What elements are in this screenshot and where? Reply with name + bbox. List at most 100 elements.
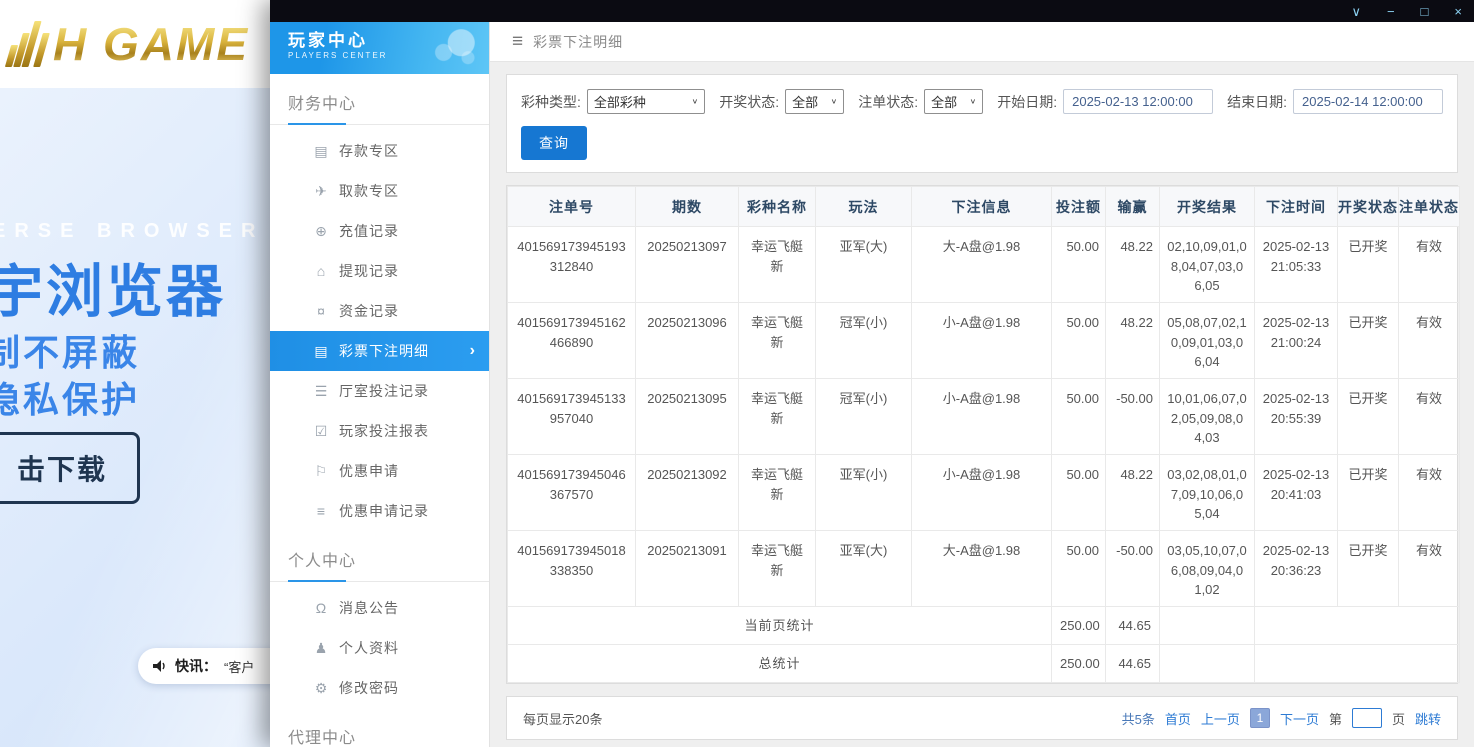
- sidebar-item[interactable]: ¤资金记录: [270, 291, 489, 331]
- hero-subline-2: 隐私保护: [0, 371, 140, 423]
- withdraw-icon: ✈: [310, 183, 332, 200]
- sidebar-item-label: 优惠申请: [339, 461, 399, 481]
- sidebar-item[interactable]: ⚐ 优惠申请: [270, 451, 489, 491]
- hero-headline: 宇浏览器: [0, 246, 226, 328]
- column-header: 开奖结果: [1160, 187, 1255, 227]
- recharge-record-icon: ⊕: [310, 223, 332, 240]
- bet-status-label: 注单状态:: [858, 92, 918, 112]
- sidebar-item[interactable]: ⚙ 修改密码: [270, 668, 489, 708]
- table-cell: 20250213097: [636, 227, 739, 303]
- funds-record-icon: ¤: [310, 303, 332, 319]
- table-cell: 401569173945193312840: [508, 227, 636, 303]
- hamburger-menu-icon[interactable]: ≡: [512, 32, 523, 51]
- table-cell: 有效: [1399, 379, 1460, 455]
- window-minimize-icon[interactable]: −: [1387, 5, 1395, 18]
- sidebar-item[interactable]: ▤存款专区: [270, 131, 489, 171]
- site-logo[interactable]: H GAME: [8, 21, 249, 67]
- table-cell: 亚军(大): [816, 227, 912, 303]
- profile-user-icon: ♟: [310, 640, 332, 657]
- summary-row: 当前页统计250.0044.65: [508, 607, 1460, 645]
- hero-english-text: ERSE BROWSER: [0, 220, 264, 243]
- bet-status-select[interactable]: 全部 ∨: [924, 89, 983, 114]
- jump-button[interactable]: 跳转: [1415, 709, 1441, 728]
- pagination-bar: 每页显示20条 共5条 首页 上一页 1 下一页 第 页 跳转: [506, 696, 1458, 740]
- sidebar-item[interactable]: ⊕充值记录: [270, 211, 489, 251]
- column-header: 下注信息: [912, 187, 1052, 227]
- table-row: 40156917394516246689020250213096幸运飞艇新冠军(…: [508, 303, 1460, 379]
- first-page-link[interactable]: 首页: [1165, 709, 1191, 728]
- sidebar-item[interactable]: ▤彩票下注明细›: [270, 331, 489, 371]
- page-jump-input[interactable]: [1352, 708, 1382, 728]
- sidebar-menu: 财务中心▤存款专区✈取款专区⊕充值记录⌂提现记录¤资金记录▤彩票下注明细›☰厅室…: [270, 84, 489, 747]
- change-password-gear-icon: ⚙: [310, 680, 332, 697]
- download-button[interactable]: 击下载: [0, 432, 140, 504]
- window-close-icon[interactable]: ×: [1454, 5, 1462, 18]
- prev-page-link[interactable]: 上一页: [1201, 709, 1240, 728]
- player-bet-report-icon: ☑: [310, 423, 332, 440]
- table-cell: 48.22: [1106, 227, 1160, 303]
- table-cell: 小-A盘@1.98: [912, 455, 1052, 531]
- table-header-row: 注单号期数彩种名称玩法下注信息投注额输赢开奖结果下注时间开奖状态注单状态: [508, 187, 1460, 227]
- sidebar-item[interactable]: ✈取款专区: [270, 171, 489, 211]
- table-cell: -50.00: [1106, 379, 1160, 455]
- sidebar-item[interactable]: Ω 消息公告: [270, 588, 489, 628]
- sidebar-item-label: 消息公告: [339, 598, 399, 618]
- table-cell: 幸运飞艇新: [739, 303, 816, 379]
- summary-winloss-total: 44.65: [1106, 607, 1160, 645]
- sidebar-item[interactable]: ♟个人资料: [270, 628, 489, 668]
- sidebar-item[interactable]: ⌂提现记录: [270, 251, 489, 291]
- cashout-record-icon: ⌂: [310, 263, 332, 279]
- table-cell: 幸运飞艇新: [739, 227, 816, 303]
- window-maximize-icon[interactable]: □: [1421, 5, 1429, 18]
- table-cell: 10,01,06,07,02,05,09,08,04,03: [1160, 379, 1255, 455]
- end-date-input[interactable]: [1293, 89, 1443, 114]
- column-header: 注单号: [508, 187, 636, 227]
- table-cell: 亚军(大): [816, 531, 912, 607]
- sidebar-item[interactable]: ≡优惠申请记录: [270, 491, 489, 531]
- sidebar-item-label: 玩家投注报表: [339, 421, 429, 441]
- page-size-text: 每页显示20条: [523, 709, 602, 728]
- start-date-input[interactable]: [1063, 89, 1213, 114]
- draw-status-select[interactable]: 全部 ∨: [785, 89, 844, 114]
- section-label: 代理中心: [270, 718, 489, 747]
- table-cell: 50.00: [1052, 531, 1106, 607]
- sidebar-item[interactable]: ☑ 玩家投注报表: [270, 411, 489, 451]
- section-label: 个人中心: [270, 541, 489, 582]
- chevron-down-icon: ∨: [692, 97, 699, 106]
- window-chevron-down-icon[interactable]: ∨: [1351, 5, 1361, 18]
- sidebar-item[interactable]: ☰厅室投注记录: [270, 371, 489, 411]
- sidebar-item-label: 修改密码: [339, 678, 399, 698]
- table-row: 40156917394501833835020250213091幸运飞艇新亚军(…: [508, 531, 1460, 607]
- promo-apply-icon: ⚐: [310, 463, 332, 480]
- table-cell: 有效: [1399, 531, 1460, 607]
- table-cell: 冠军(小): [816, 303, 912, 379]
- table-cell: 有效: [1399, 227, 1460, 303]
- table-panel: 注单号期数彩种名称玩法下注信息投注额输赢开奖结果下注时间开奖状态注单状态4015…: [506, 185, 1458, 684]
- bet-status-value: 全部: [931, 92, 957, 111]
- players-center-window: ∨ − □ × 玩家中心 PLAYERS CENTER 财务中心▤存款专区✈取款…: [270, 0, 1474, 747]
- announcement-bell-icon: Ω: [310, 600, 332, 616]
- next-page-link[interactable]: 下一页: [1280, 709, 1319, 728]
- bets-table: 注单号期数彩种名称玩法下注信息投注额输赢开奖结果下注时间开奖状态注单状态4015…: [507, 186, 1460, 683]
- column-header: 下注时间: [1255, 187, 1338, 227]
- column-header: 注单状态: [1399, 187, 1460, 227]
- chevron-right-icon: ›: [470, 342, 475, 360]
- table-cell: 大-A盘@1.98: [912, 531, 1052, 607]
- current-page-badge[interactable]: 1: [1250, 708, 1270, 728]
- table-cell: 2025-02-13 20:55:39: [1255, 379, 1338, 455]
- content: 彩种类型: 全部彩种 ∨ 开奖状态: 全部 ∨ 注单状态: 全部: [490, 62, 1474, 747]
- pager-controls: 共5条 首页 上一页 1 下一页 第 页 跳转: [1122, 708, 1441, 728]
- end-date-label: 结束日期:: [1227, 92, 1287, 112]
- table-cell: 401569173945046367570: [508, 455, 636, 531]
- speaker-icon: [152, 658, 168, 674]
- lottery-type-select[interactable]: 全部彩种 ∨: [587, 89, 705, 114]
- draw-status-label: 开奖状态:: [719, 92, 779, 112]
- table-cell: 05,08,07,02,10,09,01,03,06,04: [1160, 303, 1255, 379]
- table-row: 40156917394513395704020250213095幸运飞艇新冠军(…: [508, 379, 1460, 455]
- lottery-type-label: 彩种类型:: [521, 92, 581, 112]
- deposit-icon: ▤: [310, 143, 332, 160]
- table-cell: 48.22: [1106, 455, 1160, 531]
- window-titlebar: ∨ − □ ×: [270, 0, 1474, 22]
- query-button[interactable]: 查询: [521, 126, 587, 160]
- table-cell: 小-A盘@1.98: [912, 379, 1052, 455]
